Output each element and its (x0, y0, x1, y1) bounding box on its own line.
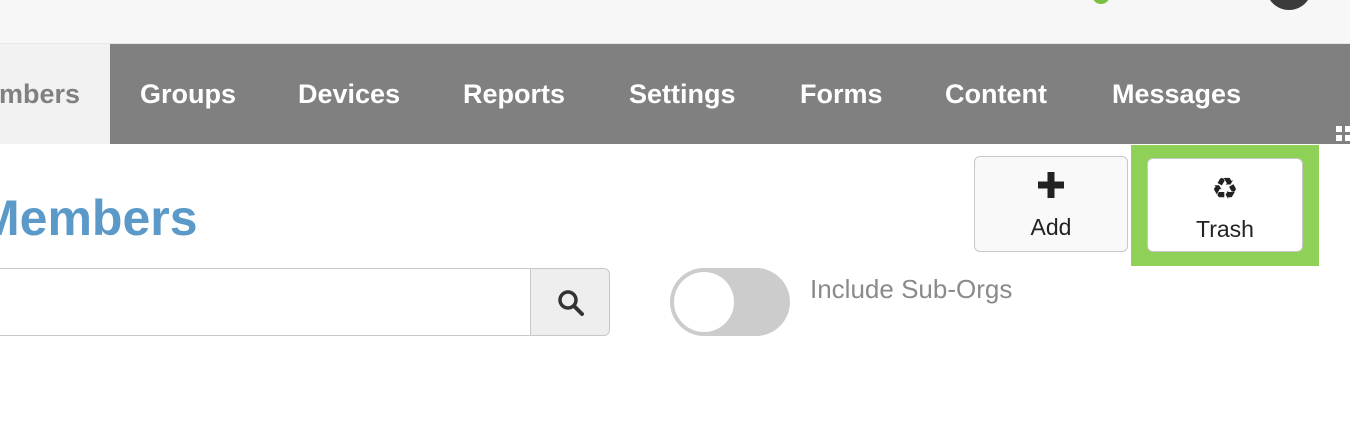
toggle-knob (674, 272, 734, 332)
include-sub-orgs-label: Include Sub-Orgs (810, 274, 1013, 304)
tab-forms[interactable]: Forms (800, 44, 883, 144)
avatar[interactable] (1266, 0, 1312, 10)
tab-settings[interactable]: Settings (629, 44, 736, 144)
recycle-icon: ♻ (1211, 173, 1239, 206)
tab-messages[interactable]: Messages (1112, 44, 1241, 144)
search-input[interactable] (0, 268, 532, 336)
tab-content[interactable]: Content (945, 44, 1047, 144)
main-nav: Members Groups Devices Reports Settings … (0, 44, 1350, 150)
add-button-label: Add (1030, 214, 1072, 240)
tab-members-label: Members (0, 79, 80, 109)
brand-accent (1092, 0, 1110, 4)
top-header (0, 0, 1350, 44)
add-button[interactable]: Add (974, 156, 1128, 252)
search-icon (558, 290, 584, 316)
grid-icon[interactable] (1336, 126, 1350, 150)
tab-devices[interactable]: Devices (298, 44, 400, 144)
plus-icon (975, 171, 1127, 205)
trash-button[interactable]: ♻ Trash (1147, 158, 1303, 252)
tab-groups[interactable]: Groups (140, 44, 236, 144)
tab-members[interactable]: Members (0, 44, 110, 144)
include-sub-orgs-toggle[interactable] (670, 268, 790, 336)
page-title: Members (0, 190, 198, 246)
trash-button-label: Trash (1196, 216, 1254, 242)
search-button[interactable] (530, 268, 610, 336)
tab-reports[interactable]: Reports (463, 44, 565, 144)
